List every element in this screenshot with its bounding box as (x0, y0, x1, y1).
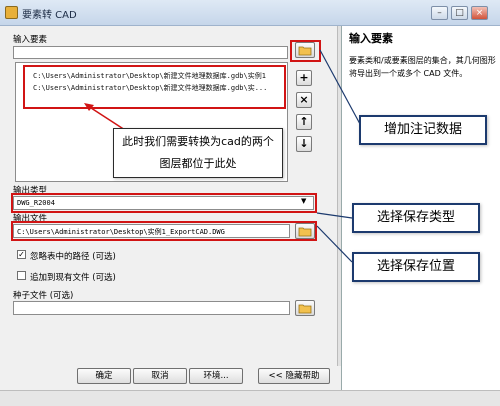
append-checkbox[interactable] (17, 271, 26, 280)
callout-connectors (316, 49, 361, 263)
maximize-button[interactable]: □ (451, 6, 468, 20)
app-icon (5, 6, 18, 19)
callout-choose-type: 选择保存类型 (352, 203, 480, 233)
browse-seed-button[interactable] (295, 300, 315, 316)
callout-choose-location: 选择保存位置 (352, 252, 480, 282)
callout-add-annotation: 增加注记数据 (359, 115, 487, 145)
ignore-paths-label: 忽略表中的路径 (可选) (30, 252, 116, 262)
ignore-paths-checkbox[interactable]: ✓ (17, 250, 26, 259)
ok-button[interactable]: 确定 (77, 368, 131, 384)
list-highlight-box (23, 65, 286, 109)
hide-help-button[interactable]: << 隐藏帮助 (258, 368, 330, 384)
seed-file-field[interactable] (13, 301, 290, 315)
annotation-callout: 此时我们需要转换为cad的两个图层都位于此处 (113, 128, 283, 178)
folder-icon (298, 304, 312, 314)
cancel-button[interactable]: 取消 (133, 368, 187, 384)
seed-file-label: 种子文件 (可选) (13, 291, 74, 301)
status-bar (0, 390, 500, 406)
append-label: 追加到现有文件 (可选) (30, 273, 116, 283)
output-file-highlight-box (11, 221, 317, 241)
close-button[interactable]: × (471, 6, 488, 20)
input-features-field[interactable] (13, 46, 288, 59)
environments-button[interactable]: 环境... (189, 368, 243, 384)
minimize-button[interactable]: – (431, 6, 448, 20)
output-type-highlight-box (11, 193, 317, 213)
window-title: 要素转 CAD (22, 10, 77, 21)
input-features-label: 输入要素 (13, 35, 48, 45)
